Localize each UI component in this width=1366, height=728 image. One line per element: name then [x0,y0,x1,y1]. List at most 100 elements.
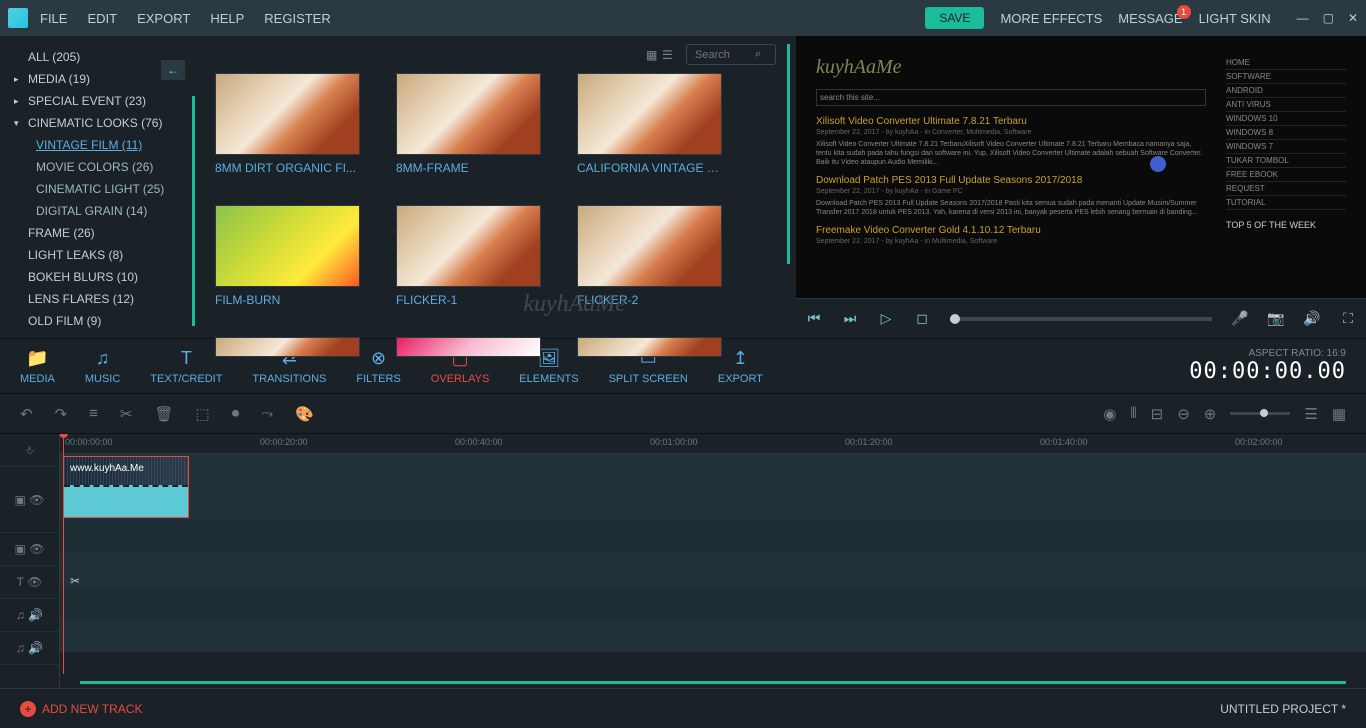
subcat-digital-grain[interactable]: DIGITAL GRAIN (14) [0,200,195,222]
effect-thumb[interactable] [396,337,541,357]
close-icon[interactable]: ✕ [1348,11,1358,25]
color-icon[interactable]: 🎨 [295,405,314,423]
preview-article-title: Xilisoft Video Converter Ultimate 7.8.21… [816,116,1206,127]
cat-damaged-film[interactable]: DAMAGED FILM (5) [0,332,195,338]
timeline: ⎀ ▣ 👁 ▣ 👁 T 👁 ♫ 🔊 ♫ 🔊 00:00:00:00 00:00:… [0,434,1366,688]
video-track-head[interactable]: ▣ 👁 [0,467,59,533]
menu-export[interactable]: EXPORT [137,11,190,26]
cat-cinematic-looks[interactable]: ▾CINEMATIC LOOKS (76) [0,112,195,134]
search-input[interactable] [695,49,755,61]
stop-icon[interactable]: ◻ [904,310,940,327]
list-view-icon[interactable]: ☰ [662,48,676,62]
cat-bokeh-blurs[interactable]: BOKEH BLURS (10) [0,266,195,288]
subcat-vintage-film[interactable]: VINTAGE FILM (11) [0,134,195,156]
snapshot-icon[interactable]: 📷 [1258,310,1294,327]
menu-file[interactable]: FILE [40,11,67,26]
menu-register[interactable]: REGISTER [264,11,330,26]
playback-bar: ⏮ ⏭ ▷ ◻ 🎤 📷 🔊 ⛶ [796,298,1366,338]
zoom-out-icon[interactable]: ⊖ [1177,405,1190,423]
audio-track-1[interactable] [60,586,1366,619]
gallery-scrollbar[interactable] [787,44,790,264]
audio-track-2[interactable] [60,619,1366,652]
music-icon: ♫ [96,348,110,369]
next-frame-icon[interactable]: ⏭ [832,310,868,327]
tab-media[interactable]: 📁MEDIA [20,348,55,385]
main-menu: FILE EDIT EXPORT HELP REGISTER [40,11,331,26]
maximize-icon[interactable]: ▢ [1323,11,1334,25]
timecode-display: 00:00:00.00 [1189,359,1346,384]
timeline-scrollbar[interactable] [80,681,1346,684]
effects-gallery: ▦☰ ⌕ 8MM DIRT ORGANIC FI... 8MM-FRAME CA… [195,36,796,338]
cut-icon[interactable]: ✂ [120,405,133,423]
menu-help[interactable]: HELP [210,11,244,26]
cat-special-event[interactable]: ▸SPECIAL EVENT (23) [0,90,195,112]
list-icon[interactable]: ☰ [1304,405,1317,423]
marker-icon[interactable]: ◉ [1103,405,1116,423]
record-icon[interactable]: ⏺ [232,405,240,422]
overlay-track[interactable] [60,520,1366,553]
menu-edit[interactable]: EDIT [87,11,117,26]
preview-logo: kuyhAaMe [816,56,1206,79]
more-effects-link[interactable]: MORE EFFECTS [1000,11,1102,26]
text-icon: T [181,348,192,369]
crop-icon[interactable]: ⬚ [196,405,210,423]
play-icon[interactable]: ▷ [868,310,904,327]
tracks-area[interactable]: 00:00:00:00 00:00:20:00 00:00:40:00 00:0… [60,434,1366,688]
text-track[interactable] [60,553,1366,586]
audio1-track-head[interactable]: ♫ 🔊 [0,599,59,632]
light-skin-link[interactable]: LIGHT SKIN [1199,11,1271,26]
cat-old-film[interactable]: OLD FILM (9) [0,310,195,332]
app-logo [8,8,28,28]
video-track[interactable]: www.kuyhAa.Me [60,454,1366,520]
view-toggle[interactable]: ▦☰ [646,48,676,62]
effect-thumb[interactable]: FILM-BURN [215,205,360,307]
fullscreen-icon[interactable]: ⛶ [1330,310,1366,327]
tab-text[interactable]: TTEXT/CREDIT [150,348,222,385]
mic-icon[interactable]: 🎤 [1222,310,1258,327]
minimize-icon[interactable]: — [1297,11,1309,25]
back-arrow-icon[interactable]: ← [161,60,185,80]
cat-frame[interactable]: FRAME (26) [0,222,195,244]
message-link[interactable]: MESSAGE1 [1118,11,1182,26]
speed-icon[interactable]: ⤳ [261,405,273,422]
time-ruler[interactable]: 00:00:00:00 00:00:20:00 00:00:40:00 00:0… [60,434,1366,454]
effect-thumb[interactable]: CALIFORNIA VINTAGE F... [577,73,722,175]
playback-slider[interactable] [950,317,1212,321]
text-track-head[interactable]: T 👁 [0,566,59,599]
search-icon[interactable]: ⌕ [755,48,761,61]
redo-icon[interactable]: ↷ [55,405,68,423]
volume-icon[interactable]: 🔊 [1294,310,1330,327]
effect-thumb[interactable]: FLICKER-1 [396,205,541,307]
grid-view-icon[interactable]: ▦ [646,48,660,62]
tab-music[interactable]: ♫MUSIC [85,348,120,385]
subcat-cinematic-light[interactable]: CINEMATIC LIGHT (25) [0,178,195,200]
settings-icon[interactable]: ≡ [89,405,98,422]
preview-search: search this site... [816,89,1206,106]
scissors-icon[interactable]: ✂ [70,574,80,588]
video-clip[interactable]: www.kuyhAa.Me [63,456,189,518]
zoom-in-icon[interactable]: ⊕ [1204,405,1217,423]
effect-thumb[interactable]: 8MM DIRT ORGANIC FI... [215,73,360,175]
zoom-fit-icon[interactable]: ⊟ [1151,405,1164,423]
cat-light-leaks[interactable]: LIGHT LEAKS (8) [0,244,195,266]
folder-icon: 📁 [26,348,48,369]
undo-icon[interactable]: ↶ [20,405,33,423]
effect-thumb[interactable] [215,337,360,357]
delete-icon[interactable]: 🗑 [155,405,174,423]
preview-panel: kuyhAaMe search this site... Xilisoft Vi… [796,36,1366,338]
audio2-track-head[interactable]: ♫ 🔊 [0,632,59,665]
effect-thumb[interactable]: 8MM-FRAME [396,73,541,175]
subcat-movie-colors[interactable]: MOVIE COLORS (26) [0,156,195,178]
search-box[interactable]: ⌕ [686,44,776,65]
plus-icon: + [20,701,36,717]
effect-thumb[interactable] [577,337,722,357]
overlay-track-head[interactable]: ▣ 👁 [0,533,59,566]
zoom-slider[interactable] [1230,412,1290,415]
prev-frame-icon[interactable]: ⏮ [796,310,832,327]
audio-icon[interactable]: ⫴ [1130,405,1136,422]
cat-lens-flares[interactable]: LENS FLARES (12) [0,288,195,310]
add-track-button[interactable]: + ADD NEW TRACK [20,701,142,717]
grid-icon[interactable]: ▦ [1332,405,1346,423]
playhead[interactable] [63,434,64,674]
save-button[interactable]: SAVE [925,7,984,29]
